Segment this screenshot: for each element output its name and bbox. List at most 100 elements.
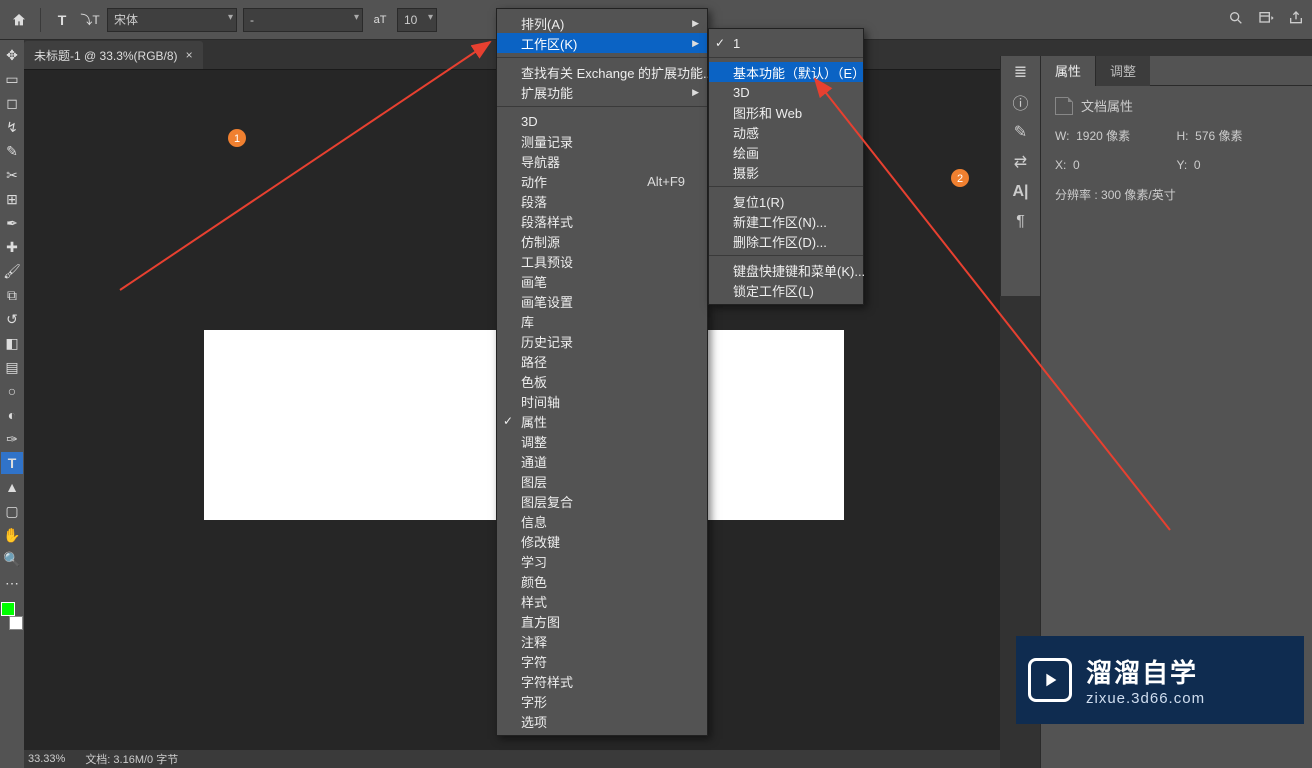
menu-panel-item[interactable]: 字形 [497,691,707,711]
font-size-combo[interactable] [397,8,437,32]
submenu-motion[interactable]: 动感 [709,122,863,142]
tab-properties[interactable]: 属性 [1041,56,1096,86]
quick-select-tool-icon[interactable]: ✎ [1,140,23,162]
frame-tool-icon[interactable]: ⊞ [1,188,23,210]
font-family-combo[interactable] [107,8,237,32]
submenu-graphic-web[interactable]: 图形和 Web [709,102,863,122]
left-toolbar: ✥ ▭ ◻ ↯ ✎ ✂ ⊞ ✒ ✚ 🖌 ⧉ ↺ ◧ ▤ ○ ◐ ✑ T ▲ ▢ … [0,40,24,768]
eyedropper-tool-icon[interactable]: ✒ [1,212,23,234]
hand-tool-icon[interactable]: ✋ [1,524,23,546]
eraser-tool-icon[interactable]: ◧ [1,332,23,354]
lasso-tool-icon[interactable]: ↯ [1,116,23,138]
menu-panel-item[interactable]: 历史记录 [497,331,707,351]
menu-panel-item[interactable]: 段落样式 [497,211,707,231]
menu-panel-item[interactable]: 动作Alt+F9 [497,171,707,191]
healing-tool-icon[interactable]: ✚ [1,236,23,258]
submenu-new-workspace[interactable]: 新建工作区(N)... [709,211,863,231]
menu-panel-item[interactable]: 学习 [497,551,707,571]
menu-panel-item[interactable]: 工具预设 [497,251,707,271]
move-tool-icon[interactable]: ✥ [1,44,23,66]
menu-panel-item[interactable]: 测量记录 [497,131,707,151]
menu-panel-item[interactable]: 时间轴 [497,391,707,411]
menu-panel-item[interactable]: 修改键 [497,531,707,551]
menu-panel-item[interactable]: 库 [497,311,707,331]
edit-toolbar-icon[interactable]: ⋯ [1,572,23,594]
menu-panel-item[interactable]: 通道 [497,451,707,471]
shape-tool-icon[interactable]: ▢ [1,500,23,522]
crop-tool-icon[interactable]: ✂ [1,164,23,186]
close-tab-icon[interactable]: × [186,48,193,62]
font-family-input[interactable] [107,8,237,32]
menu-panel-item[interactable]: 字符样式 [497,671,707,691]
marquee-tool-icon[interactable]: ◻ [1,92,23,114]
pen-tool-icon[interactable]: ✑ [1,428,23,450]
menu-panel-item[interactable]: 图层 [497,471,707,491]
watermark-logo-icon [1028,658,1072,702]
submenu-keyboard-shortcuts[interactable]: 键盘快捷键和菜单(K)... [709,260,863,280]
zoom-readout[interactable]: 33.33% [28,753,65,765]
workspace-submenu: ✓1 基本功能（默认）（E） 3D 图形和 Web 动感 绘画 摄影 复位1(R… [708,28,864,305]
menu-workspace[interactable]: 工作区(K) [497,33,707,53]
submenu-painting[interactable]: 绘画 [709,142,863,162]
menu-panel-item[interactable]: 颜色 [497,571,707,591]
type-tool-icon[interactable]: T [1,452,23,474]
submenu-photography[interactable]: 摄影 [709,162,863,182]
dodge-tool-icon[interactable]: ◐ [1,404,23,426]
menu-panel-item[interactable]: 导航器 [497,151,707,171]
tab-adjustments[interactable]: 调整 [1096,56,1150,86]
blur-tool-icon[interactable]: ○ [1,380,23,402]
menu-panel-item[interactable]: 段落 [497,191,707,211]
menu-panel-item[interactable]: ✓属性 [497,411,707,431]
menu-panel-item[interactable]: 注释 [497,631,707,651]
menu-arrange[interactable]: 排列(A) [497,13,707,33]
panel-icon-info[interactable]: ⓘ [1011,92,1031,112]
submenu-essentials[interactable]: 基本功能（默认）（E） [709,62,863,82]
panel-icon-adjust[interactable]: ⇄ [1011,152,1031,172]
bg-color-swatch[interactable] [9,616,23,630]
font-style-input[interactable] [243,8,363,32]
path-select-tool-icon[interactable]: ▲ [1,476,23,498]
menu-panel-item[interactable]: 信息 [497,511,707,531]
brush-tool-icon[interactable]: 🖌 [1,260,23,282]
text-orientation-icon[interactable]: ⤵T [79,9,101,31]
menu-extensions[interactable]: 扩展功能 [497,82,707,102]
menu-panel-item[interactable]: 直方图 [497,611,707,631]
panel-icon-brush[interactable]: ✎ [1011,122,1031,142]
workspace-switcher-icon[interactable] [1258,10,1274,29]
submenu-lock-workspace[interactable]: 锁定工作区(L) [709,280,863,300]
home-icon[interactable] [8,9,30,31]
fg-color-swatch[interactable] [1,602,15,616]
menu-panel-item[interactable]: 仿制源 [497,231,707,251]
zoom-tool-icon[interactable]: 🔍 [1,548,23,570]
menu-separator [709,57,863,58]
gradient-tool-icon[interactable]: ▤ [1,356,23,378]
submenu-ws-1[interactable]: ✓1 [709,33,863,53]
history-brush-tool-icon[interactable]: ↺ [1,308,23,330]
panel-icon-paragraph[interactable]: ¶ [1011,212,1031,232]
menu-panel-item[interactable]: 路径 [497,351,707,371]
menu-panel-item[interactable]: 色板 [497,371,707,391]
document-tab[interactable]: 未标题-1 @ 33.3%(RGB/8) × [24,41,203,69]
submenu-reset[interactable]: 复位1(R) [709,191,863,211]
share-icon[interactable] [1288,10,1304,29]
menu-panel-item[interactable]: 图层复合 [497,491,707,511]
menu-panel-item[interactable]: 画笔 [497,271,707,291]
font-style-combo[interactable] [243,8,363,32]
submenu-delete-workspace[interactable]: 删除工作区(D)... [709,231,863,251]
stamp-tool-icon[interactable]: ⧉ [1,284,23,306]
menu-panel-item[interactable]: 画笔设置 [497,291,707,311]
menu-panel-item[interactable]: 选项 [497,711,707,731]
font-size-input[interactable] [397,8,437,32]
menu-panel-item[interactable]: 样式 [497,591,707,611]
panel-icon-character[interactable]: A| [1011,182,1031,202]
menu-panel-item[interactable]: 字符 [497,651,707,671]
submenu-3d[interactable]: 3D [709,82,863,102]
menu-panel-item[interactable]: 调整 [497,431,707,451]
search-icon[interactable] [1228,10,1244,29]
menu-find-extensions[interactable]: 查找有关 Exchange 的扩展功能... [497,62,707,82]
color-swatches[interactable] [1,602,23,630]
artboard-tool-icon[interactable]: ▭ [1,68,23,90]
doc-info-readout: 文档: 3.16M/0 字节 [85,751,178,767]
panel-icon-1[interactable]: ≣ [1011,62,1031,82]
menu-panel-item[interactable]: 3D [497,111,707,131]
